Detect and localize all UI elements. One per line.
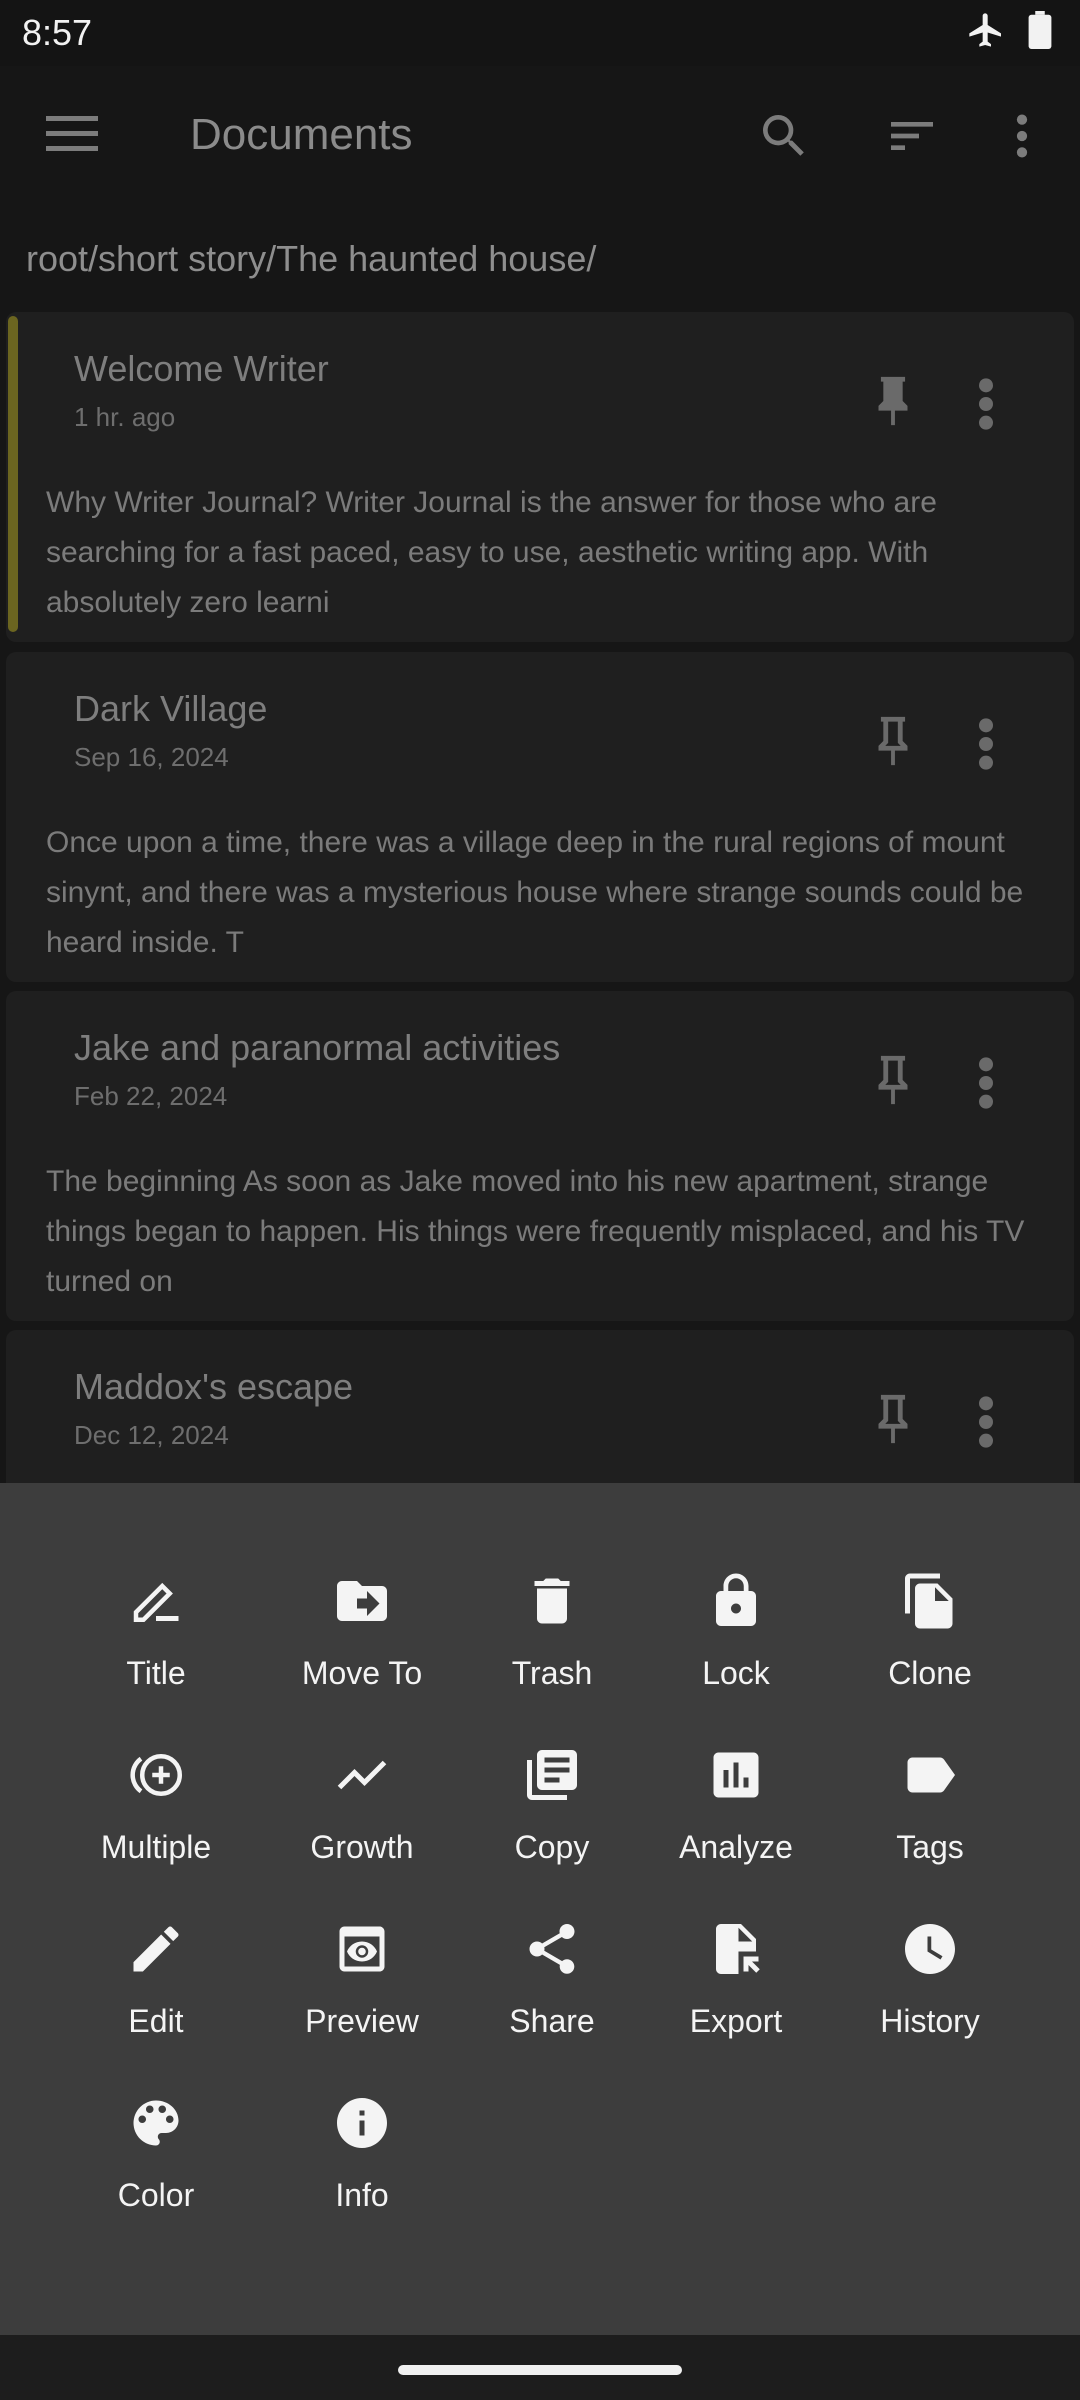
multiple-add-icon (126, 1745, 186, 1805)
document-card[interactable]: Jake and paranormal activities Feb 22, 2… (6, 991, 1074, 1321)
pin-icon[interactable] (864, 708, 922, 774)
document-more-icon[interactable] (974, 716, 998, 772)
action-edit[interactable]: Edit (56, 1919, 256, 2069)
actions-bottom-sheet: Title Move To Trash Lock Clone Multiple … (0, 1483, 1080, 2335)
document-card[interactable]: Welcome Writer 1 hr. ago Why Writer Jour… (6, 312, 1074, 642)
document-date: Dec 12, 2024 (74, 1420, 229, 1450)
document-card[interactable]: Dark Village Sep 16, 2024 Once upon a ti… (6, 652, 1074, 982)
preview-icon (332, 1919, 392, 1979)
document-date: Feb 22, 2024 (74, 1081, 228, 1111)
action-preview[interactable]: Preview (262, 1919, 462, 2069)
document-preview: The beginning As soon as Jake moved into… (46, 1165, 1025, 1298)
action-copy[interactable]: Copy (452, 1745, 652, 1895)
battery-icon (1028, 11, 1052, 54)
pin-icon[interactable] (864, 368, 922, 434)
document-title: Jake and paranormal activities (74, 1027, 561, 1068)
pin-icon[interactable] (864, 1386, 922, 1452)
palette-icon (126, 2093, 186, 2153)
home-gesture-handle[interactable] (398, 2365, 682, 2375)
action-trash[interactable]: Trash (452, 1571, 652, 1721)
document-preview: Once upon a time, there was a village de… (46, 826, 1024, 959)
action-lock[interactable]: Lock (636, 1571, 836, 1721)
system-nav-bar (0, 2335, 1080, 2400)
action-analyze[interactable]: Analyze (636, 1745, 836, 1895)
sort-icon[interactable] (884, 108, 940, 164)
page-title: Documents (190, 110, 413, 159)
analyze-icon (706, 1745, 766, 1805)
action-clone[interactable]: Clone (830, 1571, 1030, 1721)
document-title: Dark Village (74, 688, 268, 729)
airplane-mode-icon (966, 10, 1006, 55)
document-date: Sep 16, 2024 (74, 742, 229, 772)
pinned-accent-bar (8, 316, 18, 632)
document-more-icon[interactable] (974, 1394, 998, 1450)
action-history[interactable]: History (830, 1919, 1030, 2069)
document-date: 1 hr. ago (74, 402, 176, 432)
search-icon[interactable] (756, 108, 812, 164)
clone-icon (900, 1571, 960, 1631)
status-time: 8:57 (22, 12, 93, 53)
history-icon (900, 1919, 960, 1979)
status-bar: 8:57 (0, 0, 1080, 66)
copy-icon (522, 1745, 582, 1805)
title-edit-icon (126, 1571, 186, 1631)
export-icon (706, 1919, 766, 1979)
lock-icon (706, 1571, 766, 1631)
action-growth[interactable]: Growth (262, 1745, 462, 1895)
document-title: Maddox's escape (74, 1366, 354, 1407)
document-more-icon[interactable] (974, 376, 998, 432)
action-move-to[interactable]: Move To (262, 1571, 462, 1721)
tag-icon (900, 1745, 960, 1805)
menu-icon[interactable] (46, 114, 98, 154)
share-icon (522, 1919, 582, 1979)
action-title[interactable]: Title (56, 1571, 256, 1721)
pin-icon[interactable] (864, 1047, 922, 1113)
action-multiple[interactable]: Multiple (56, 1745, 256, 1895)
app-bar: Documents (0, 66, 1080, 210)
document-title: Welcome Writer (74, 348, 329, 389)
document-more-icon[interactable] (974, 1055, 998, 1111)
action-color[interactable]: Color (56, 2093, 256, 2243)
breadcrumb[interactable]: root/short story/The haunted house/ (26, 238, 596, 280)
pencil-icon (126, 1919, 186, 1979)
action-share[interactable]: Share (452, 1919, 652, 2069)
trash-icon (522, 1571, 582, 1631)
document-preview: Why Writer Journal? Writer Journal is th… (46, 486, 937, 619)
more-vert-icon[interactable] (1000, 108, 1056, 164)
action-info[interactable]: Info (262, 2093, 462, 2243)
action-export[interactable]: Export (636, 1919, 836, 2069)
growth-icon (332, 1745, 392, 1805)
action-tags[interactable]: Tags (830, 1745, 1030, 1895)
folder-move-icon (332, 1571, 392, 1631)
info-icon (332, 2093, 392, 2153)
